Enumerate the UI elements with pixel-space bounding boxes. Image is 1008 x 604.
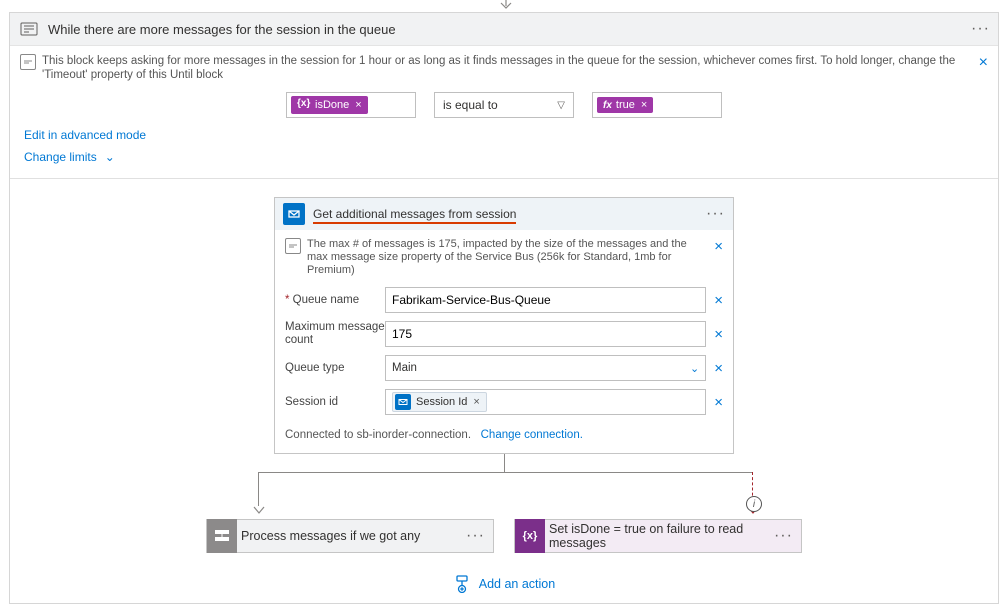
service-bus-icon xyxy=(283,203,305,225)
process-messages-menu[interactable]: ··· xyxy=(458,527,493,545)
condition-left-operand[interactable]: {x} isDone × xyxy=(286,92,416,118)
until-loop-card: While there are more messages for the se… xyxy=(9,12,999,604)
dismiss-info-icon[interactable]: × xyxy=(979,54,988,72)
session-id-token[interactable]: Session Id × xyxy=(392,392,487,412)
change-limits-link[interactable]: Change limits ⌄ xyxy=(24,150,115,164)
chevron-down-icon: ▽ xyxy=(557,100,565,111)
scope-icon xyxy=(207,519,237,553)
clear-queue-name-icon[interactable]: × xyxy=(714,292,723,309)
get-messages-card: Get additional messages from session ···… xyxy=(274,197,734,454)
change-connection-link[interactable]: Change connection. xyxy=(481,429,583,441)
branch-connectors: i xyxy=(10,454,998,519)
queue-name-label: Queue name xyxy=(285,294,385,307)
variable-icon: {x} xyxy=(515,519,545,553)
expression-pill-true[interactable]: fx true × xyxy=(597,97,653,113)
queue-name-value[interactable] xyxy=(392,293,699,307)
remove-expression-icon[interactable]: × xyxy=(641,99,647,111)
queue-type-label: Queue type xyxy=(285,362,385,375)
condition-right-operand[interactable]: fx true × xyxy=(592,92,722,118)
condition-operator-select[interactable]: is equal to ▽ xyxy=(434,92,574,118)
until-icon xyxy=(18,18,40,40)
condition-row: {x} isDone × is equal to ▽ fx true × xyxy=(10,86,998,128)
dismiss-inner-info-icon[interactable]: × xyxy=(714,238,723,255)
until-loop-header[interactable]: While there are more messages for the se… xyxy=(10,13,998,46)
clear-session-id-icon[interactable]: × xyxy=(714,394,723,411)
service-bus-icon xyxy=(395,394,411,410)
until-info-row: This block keeps asking for more message… xyxy=(10,46,998,86)
max-count-label: Maximum message count xyxy=(285,321,385,347)
fx-icon: fx xyxy=(603,100,612,111)
clear-max-count-icon[interactable]: × xyxy=(714,326,723,343)
add-action-label: Add an action xyxy=(479,577,555,591)
process-messages-card[interactable]: Process messages if we got any ··· xyxy=(206,519,494,553)
variable-name: isDone xyxy=(315,99,349,111)
max-count-value[interactable] xyxy=(392,327,699,341)
max-count-input[interactable] xyxy=(385,321,706,347)
queue-type-select[interactable]: Main ⌄ xyxy=(385,355,706,381)
separator xyxy=(10,178,998,179)
set-isdone-card[interactable]: {x} Set isDone = true on failure to read… xyxy=(514,519,802,553)
variable-pill-isDone[interactable]: {x} isDone × xyxy=(291,96,368,114)
inner-info-text: The max # of messages is 175, impacted b… xyxy=(307,238,708,277)
queue-type-value: Main xyxy=(392,362,417,374)
inner-info-row: The max # of messages is 175, impacted b… xyxy=(275,230,733,283)
expression-value: true xyxy=(616,99,635,111)
chevron-down-icon: ⌄ xyxy=(690,362,699,375)
until-header-menu[interactable]: ··· xyxy=(971,20,990,38)
session-id-label: Session id xyxy=(285,396,385,409)
chevron-down-icon: ⌄ xyxy=(105,150,115,164)
get-messages-title: Get additional messages from session xyxy=(313,207,516,224)
session-id-input[interactable]: Session Id × xyxy=(385,389,706,415)
remove-variable-icon[interactable]: × xyxy=(355,99,361,111)
change-limits-label: Change limits xyxy=(24,150,97,164)
add-action-button[interactable]: Add an action xyxy=(453,575,555,593)
process-messages-title: Process messages if we got any xyxy=(237,529,458,543)
clear-queue-type-icon[interactable]: × xyxy=(714,360,723,377)
get-messages-menu[interactable]: ··· xyxy=(706,205,725,223)
set-isdone-title: Set isDone = true on failure to read mes… xyxy=(545,522,766,550)
add-step-icon xyxy=(453,575,471,593)
comment-icon xyxy=(285,238,301,254)
remove-token-icon[interactable]: × xyxy=(473,396,479,408)
set-isdone-menu[interactable]: ··· xyxy=(766,527,801,545)
info-badge-icon[interactable]: i xyxy=(746,496,762,512)
edit-advanced-link[interactable]: Edit in advanced mode xyxy=(24,128,146,142)
operator-label: is equal to xyxy=(443,98,498,112)
until-info-text: This block keeps asking for more message… xyxy=(42,54,973,82)
session-id-token-label: Session Id xyxy=(416,396,467,408)
queue-name-input[interactable] xyxy=(385,287,706,313)
connection-text: Connected to sb-inorder-connection. xyxy=(285,429,471,441)
comment-icon xyxy=(20,54,36,70)
get-messages-header[interactable]: Get additional messages from session ··· xyxy=(275,198,733,230)
until-loop-title: While there are more messages for the se… xyxy=(48,22,971,37)
variable-icon: {x} xyxy=(297,98,311,112)
